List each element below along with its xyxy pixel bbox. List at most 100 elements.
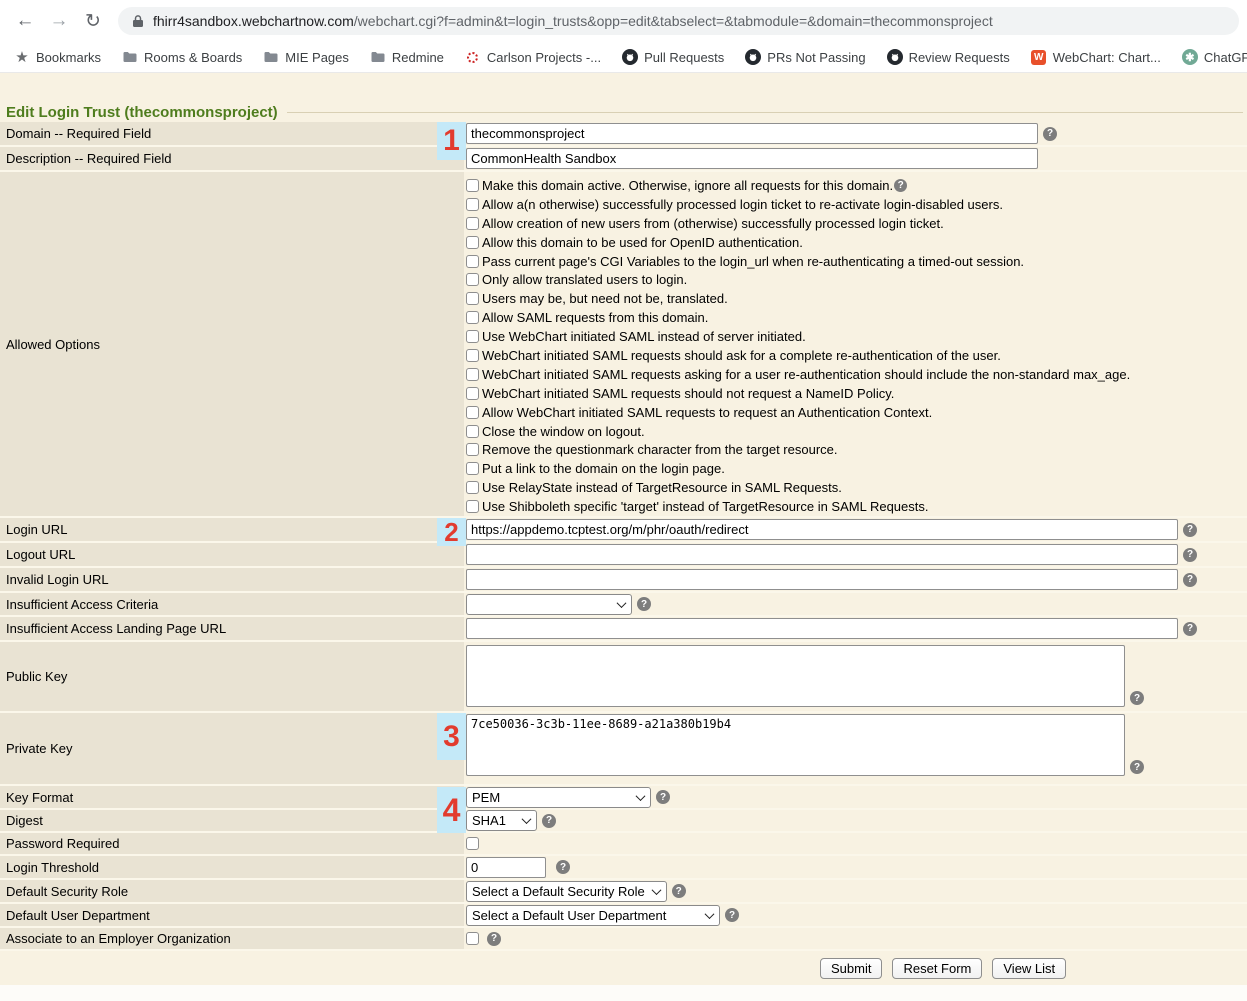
allowed-option-label: WebChart initiated SAML requests should … bbox=[482, 386, 894, 401]
help-icon[interactable]: ? bbox=[1183, 548, 1197, 562]
allowed-option-checkbox[interactable] bbox=[466, 368, 479, 381]
help-icon[interactable]: ? bbox=[894, 179, 907, 192]
row-key-format: Key Format PEM ? bbox=[0, 786, 1247, 810]
bookmark-item[interactable]: MIE Pages bbox=[263, 49, 349, 65]
logout-url-label: Logout URL bbox=[0, 543, 464, 566]
allowed-option-label: Allow WebChart initiated SAML requests t… bbox=[482, 405, 932, 420]
allowed-option-checkbox[interactable] bbox=[466, 425, 479, 438]
allowed-option-label: Use WebChart initiated SAML instead of s… bbox=[482, 329, 806, 344]
domain-input[interactable] bbox=[466, 123, 1038, 144]
allowed-option-checkbox[interactable] bbox=[466, 481, 479, 494]
allowed-option-checkbox[interactable] bbox=[466, 179, 479, 192]
logout-url-input[interactable] bbox=[466, 544, 1178, 565]
help-icon[interactable]: ? bbox=[1130, 691, 1144, 705]
bookmark-item[interactable]: Pull Requests bbox=[622, 49, 724, 65]
login-url-input[interactable] bbox=[466, 519, 1178, 540]
allowed-option-label: Remove the questionmark character from t… bbox=[482, 442, 838, 457]
bookmark-item[interactable]: Redmine bbox=[370, 49, 444, 65]
user-department-select-value: Select a Default User Department bbox=[472, 908, 666, 923]
help-icon[interactable]: ? bbox=[1130, 760, 1144, 774]
login-threshold-input[interactable] bbox=[466, 857, 546, 878]
bookmark-item[interactable]: Rooms & Boards bbox=[122, 49, 242, 65]
help-icon[interactable]: ? bbox=[1043, 127, 1057, 141]
digest-label: Digest bbox=[0, 810, 464, 831]
bookmark-item[interactable]: ✱ChatGPT bbox=[1182, 49, 1247, 65]
help-icon[interactable]: ? bbox=[542, 814, 556, 828]
user-department-label: Default User Department bbox=[0, 904, 464, 926]
digest-select[interactable]: SHA1 bbox=[466, 810, 537, 831]
page-footer bbox=[0, 985, 1247, 1001]
bookmark-item[interactable]: Review Requests bbox=[887, 49, 1010, 65]
allowed-option: WebChart initiated SAML requests should … bbox=[466, 384, 894, 403]
allowed-option-label: Allow SAML requests from this domain. bbox=[482, 310, 708, 325]
employer-org-checkbox[interactable] bbox=[466, 932, 479, 945]
page-title: Edit Login Trust (thecommonsproject) bbox=[6, 104, 278, 121]
allowed-option: Put a link to the domain on the login pa… bbox=[466, 459, 725, 478]
bookmark-item[interactable]: WWebChart: Chart... bbox=[1031, 49, 1161, 65]
allowed-option-checkbox[interactable] bbox=[466, 255, 479, 268]
user-department-select[interactable]: Select a Default User Department bbox=[466, 905, 720, 926]
allowed-option-checkbox[interactable] bbox=[466, 198, 479, 211]
criteria-select[interactable] bbox=[466, 594, 632, 615]
allowed-option-checkbox[interactable] bbox=[466, 349, 479, 362]
help-icon[interactable]: ? bbox=[1183, 622, 1197, 636]
allowed-option-label: Put a link to the domain on the login pa… bbox=[482, 461, 725, 476]
description-input[interactable] bbox=[466, 148, 1038, 169]
help-icon[interactable]: ? bbox=[672, 884, 686, 898]
allowed-option-checkbox[interactable] bbox=[466, 236, 479, 249]
help-icon[interactable]: ? bbox=[1183, 523, 1197, 537]
url-text: fhirr4sandbox.webchartnow.com/webchart.c… bbox=[153, 13, 993, 29]
key-format-label: Key Format bbox=[0, 786, 464, 808]
password-required-checkbox[interactable] bbox=[466, 837, 479, 850]
bookmark-item[interactable]: Carlson Projects -... bbox=[465, 49, 601, 65]
bookmark-item[interactable]: ★Bookmarks bbox=[14, 49, 101, 65]
allowed-option-checkbox[interactable] bbox=[466, 217, 479, 230]
allowed-option-label: Allow creation of new users from (otherw… bbox=[482, 216, 944, 231]
bookmark-item[interactable]: PRs Not Passing bbox=[745, 49, 865, 65]
digest-select-value: SHA1 bbox=[472, 813, 506, 828]
reload-button[interactable]: ↻ bbox=[78, 6, 108, 36]
invalid-login-url-input[interactable] bbox=[466, 569, 1178, 590]
help-icon[interactable]: ? bbox=[1183, 573, 1197, 587]
row-invalid-login-url: Invalid Login URL ? bbox=[0, 568, 1247, 593]
help-icon[interactable]: ? bbox=[556, 860, 570, 874]
allowed-option-checkbox[interactable] bbox=[466, 311, 479, 324]
back-button[interactable]: ← bbox=[10, 6, 40, 36]
chatgpt-icon: ✱ bbox=[1182, 49, 1198, 65]
bookmarks-star-icon: ★ bbox=[14, 49, 30, 65]
allowed-option-label: Pass current page's CGI Variables to the… bbox=[482, 254, 1024, 269]
help-icon[interactable]: ? bbox=[725, 908, 739, 922]
private-key-textarea[interactable]: 7ce50036-3c3b-11ee-8689-a21a380b19b4 bbox=[466, 714, 1125, 776]
allowed-option-checkbox[interactable] bbox=[466, 406, 479, 419]
allowed-option-checkbox[interactable] bbox=[466, 273, 479, 286]
row-description: Description -- Required Field bbox=[0, 147, 1247, 172]
allowed-option: Users may be, but need not be, translate… bbox=[466, 289, 728, 308]
submit-button[interactable]: Submit bbox=[820, 958, 882, 979]
url-bar[interactable]: fhirr4sandbox.webchartnow.com/webchart.c… bbox=[118, 7, 1239, 35]
allowed-option: Allow SAML requests from this domain. bbox=[466, 308, 708, 327]
lock-icon bbox=[132, 14, 144, 28]
login-threshold-label: Login Threshold bbox=[0, 856, 464, 878]
allowed-option-checkbox[interactable] bbox=[466, 462, 479, 475]
allowed-option-checkbox[interactable] bbox=[466, 443, 479, 456]
reset-form-button[interactable]: Reset Form bbox=[892, 958, 982, 979]
help-icon[interactable]: ? bbox=[656, 790, 670, 804]
row-default-user-department: Default User Department Select a Default… bbox=[0, 904, 1247, 928]
allowed-option-checkbox[interactable] bbox=[466, 387, 479, 400]
legend-rule bbox=[287, 112, 1243, 113]
public-key-textarea[interactable] bbox=[466, 645, 1125, 707]
allowed-option-checkbox[interactable] bbox=[466, 292, 479, 305]
help-icon[interactable]: ? bbox=[637, 597, 651, 611]
allowed-option-checkbox[interactable] bbox=[466, 500, 479, 513]
forward-button[interactable]: → bbox=[44, 6, 74, 36]
allowed-option-label: Use RelayState instead of TargetResource… bbox=[482, 480, 842, 495]
help-icon[interactable]: ? bbox=[487, 932, 501, 946]
allowed-options-list: Make this domain active. Otherwise, igno… bbox=[466, 172, 1247, 516]
view-list-button[interactable]: View List bbox=[992, 958, 1066, 979]
github-icon bbox=[622, 49, 638, 65]
allowed-option-checkbox[interactable] bbox=[466, 330, 479, 343]
landing-url-input[interactable] bbox=[466, 618, 1178, 639]
allowed-option-label: Allow a(n otherwise) successfully proces… bbox=[482, 197, 1003, 212]
key-format-select[interactable]: PEM bbox=[466, 787, 651, 808]
security-role-select[interactable]: Select a Default Security Role bbox=[466, 881, 667, 902]
